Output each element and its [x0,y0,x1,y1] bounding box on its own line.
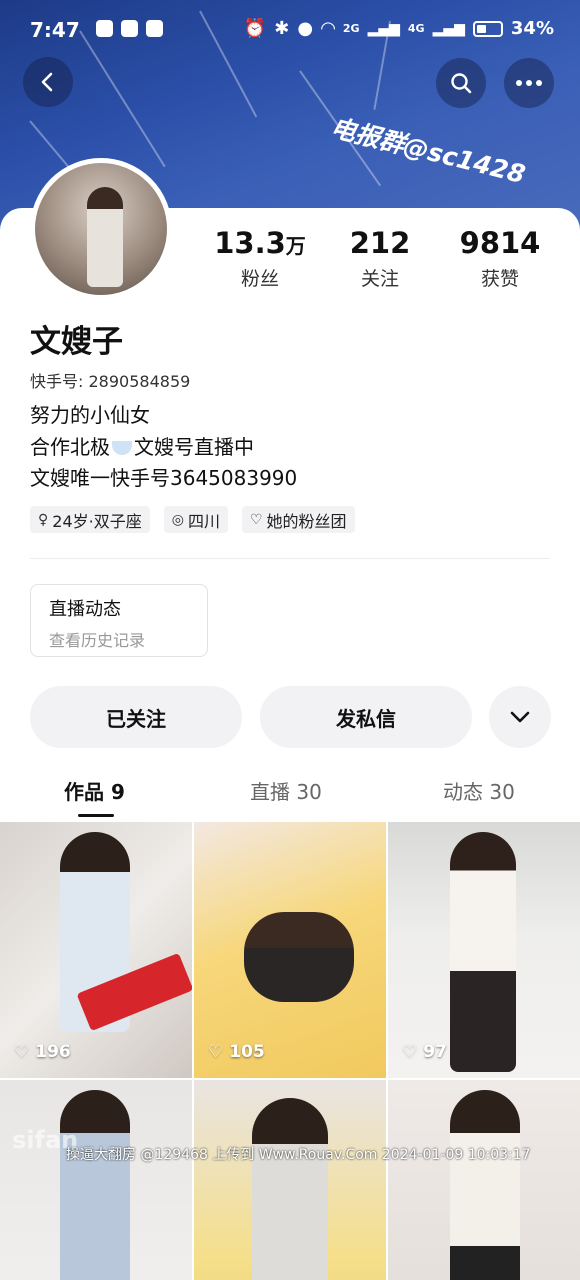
kuaishou-id-label: 快手号: [30,372,84,391]
likes-stat[interactable]: 9814 获赞 [440,226,560,291]
signal-4g-icon: 4G [407,22,425,35]
fan-club-tag[interactable]: ♡ 她的粉丝团 [241,506,355,533]
followed-button[interactable]: 已关注 [30,686,242,748]
tab-works[interactable]: 作品 9 [64,776,125,805]
kuaishou-id-value: 2890584859 [88,372,191,391]
location-tag: ◎ 四川 [163,506,228,533]
followers-label: 粉丝 [240,268,279,290]
send-message-button[interactable]: 发私信 [260,686,472,748]
like-count: ♡ 97 [402,1042,447,1062]
cloud-app-icon [146,20,163,37]
profile-tags: ♀ 24岁·双子座 ◎ 四川 ♡ 她的粉丝团 [30,506,355,533]
tab-live[interactable]: 直播 30 [250,776,322,805]
profile-actions: 已关注 发私信 [30,686,551,748]
moon-emoji-icon [112,441,132,455]
live-card-subtitle: 查看历史记录 [49,631,146,650]
profile-name: 文嫂子 [30,324,123,360]
like-count: ♡ 105 [208,1042,265,1062]
search-icon [451,73,472,94]
upload-watermark: 操逼大翻房 @129468 上传到 Www.Rouav.Com 2024-01-… [66,1147,531,1163]
tab-indicator [78,814,114,817]
followers-stat[interactable]: 13.3万 粉丝 [200,226,320,291]
video-tile[interactable] [0,1080,192,1280]
status-time: 7:47 [30,18,80,42]
fan-club-tag-label: 她的粉丝团 [266,511,347,531]
works-grid: ♡ 196 ♡ 105 ♡ 97 [0,822,580,1280]
location-tag-label: 四川 [187,511,220,531]
tab-moments[interactable]: 动态 30 [443,776,515,805]
signal-2g-icon: 2G [342,22,360,35]
profile-bio: 努力的小仙女 合作北极 文嫂号直播中 文嫂唯一快手号3645083990 [30,400,297,495]
alarm-icon: ⏰ [243,18,267,39]
status-bar: 7:47 ⏰ ✱ ● ◠ 2G ▂▄▆ 4G ▂▄▆ 34% [0,0,580,60]
video-tile[interactable] [388,1080,580,1280]
profile-stats: 13.3万 粉丝 212 关注 9814 获赞 [200,226,560,291]
heart-outline-icon: ♡ [14,1042,30,1062]
battery-icon [472,20,503,37]
back-button[interactable] [23,57,73,107]
chevron-down-icon [510,711,530,723]
following-label: 关注 [360,268,399,290]
battery-percent: 34% [510,18,554,39]
bio-line: 合作北极 文嫂号直播中 [30,434,254,459]
more-actions-button[interactable] [489,686,551,748]
video-tile[interactable] [194,1080,386,1280]
like-count: ♡ 196 [14,1042,71,1062]
chevron-left-icon [41,72,53,92]
wifi-icon: ◠ [321,18,335,39]
following-stat[interactable]: 212 关注 [320,226,440,291]
signal-bars-icon-2: ▂▄▆ [432,20,465,37]
following-count: 212 [349,226,411,260]
video-tile[interactable]: ♡ 196 [0,822,192,1078]
more-button[interactable] [504,58,554,108]
network-app-icon [121,20,138,37]
avatar-figure [87,187,123,287]
likes-count: 9814 [459,226,541,260]
signal-bars-icon: ▂▄▆ [367,20,400,37]
live-card-title: 直播动态 [49,599,121,620]
heart-icon: ♡ [249,511,263,528]
bluetooth-icon: ✱ [274,18,290,39]
video-tile[interactable]: ♡ 105 [194,822,386,1078]
location-icon: ◎ [171,511,184,528]
bio-line: 文嫂唯一快手号3645083990 [30,466,298,490]
female-icon: ♀ [38,511,49,528]
age-tag: ♀ 24岁·双子座 [30,506,150,533]
heart-outline-icon: ♡ [208,1042,224,1062]
live-history-card[interactable]: 直播动态 查看历史记录 [30,584,208,657]
likes-label: 获赞 [480,268,519,290]
location-pin-icon: ● [297,18,314,39]
video-tile[interactable]: ♡ 97 [388,822,580,1078]
more-dots-icon [516,80,542,86]
followers-unit: 万 [285,234,306,258]
divider [30,558,550,559]
bio-line: 努力的小仙女 [30,403,150,427]
search-button[interactable] [436,58,486,108]
content-tabs: 作品 9 直播 30 动态 30 [0,770,580,820]
shield-app-icon [96,20,113,37]
kuaishou-id[interactable]: 快手号: 2890584859 [30,368,190,392]
followers-count: 13.3 [214,226,286,260]
notification-icons [96,20,163,37]
age-tag-label: 24岁·双子座 [52,511,142,531]
avatar[interactable] [30,158,172,300]
heart-outline-icon: ♡ [402,1042,418,1062]
